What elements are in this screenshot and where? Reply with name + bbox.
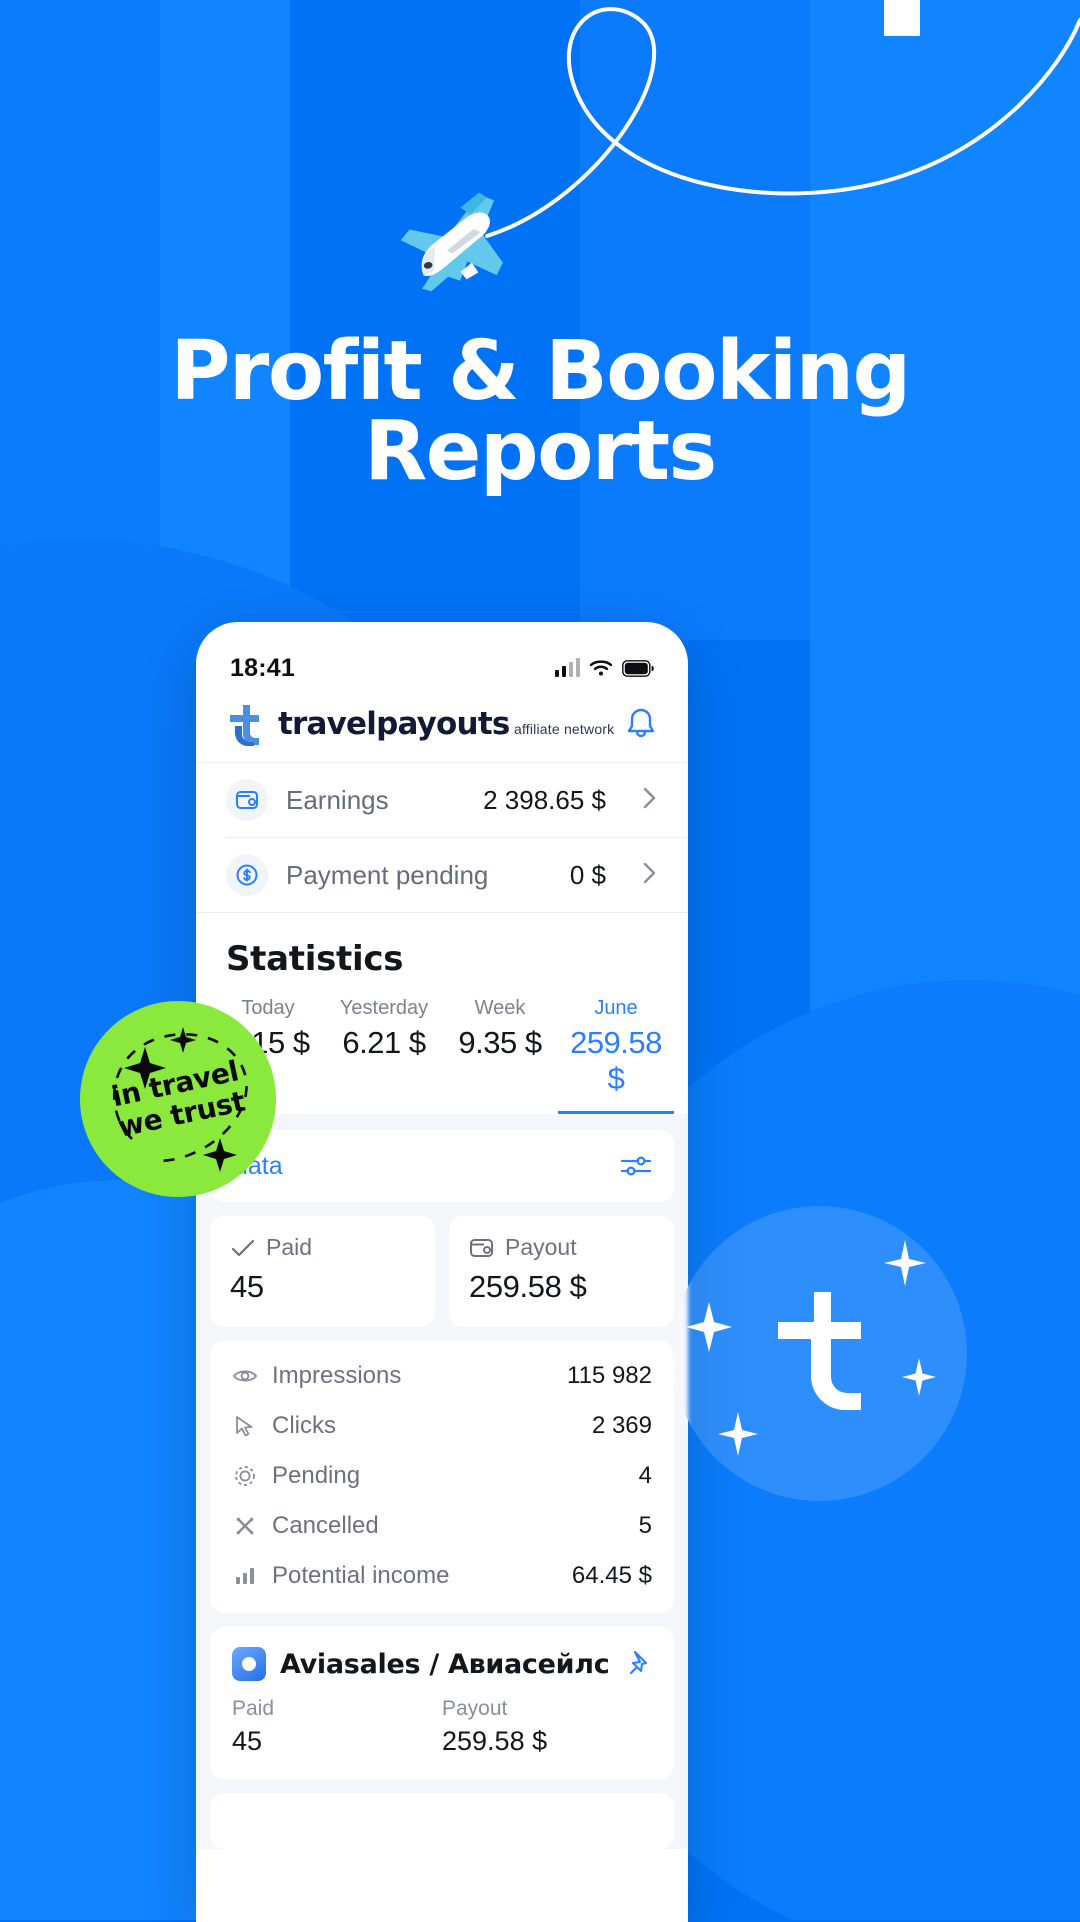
balance-label: Earnings — [286, 784, 389, 815]
cancelled-icon — [232, 1514, 258, 1538]
dollar-circle-icon — [226, 854, 268, 896]
kpi-card-payout[interactable]: Payout 259.58 $ — [449, 1216, 674, 1327]
kpi-value: 45 — [230, 1269, 264, 1304]
status-bar-clock: 18:41 — [230, 653, 295, 682]
tab-label: June — [594, 997, 638, 1019]
travelpayouts-t-logo-icon — [777, 1291, 861, 1410]
data-filter-row[interactable]: data — [210, 1130, 674, 1202]
balance-value: 2 398.65 $ — [483, 784, 606, 815]
pending-clock-icon — [232, 1464, 258, 1488]
metrics-card: Impressions 115 982 Clicks 2 369 Pending — [210, 1341, 674, 1613]
statistics-title: Statistics — [226, 939, 404, 979]
status-bar: 18:41 — [196, 622, 688, 688]
cellular-signal-icon — [554, 658, 580, 677]
app-header: travelpayouts affiliate network — [196, 688, 688, 762]
tab-value: 9.35 $ — [458, 1025, 542, 1060]
metric-label: Potential income — [272, 1562, 450, 1589]
offer-column-payout: Payout 259.58 $ — [442, 1697, 652, 1757]
metric-label: Cancelled — [272, 1512, 379, 1539]
metric-label: Pending — [272, 1462, 361, 1489]
filter-sliders-icon[interactable] — [620, 1152, 652, 1180]
sparkle-icon — [902, 1358, 936, 1396]
kpi-value: 259.58 $ — [469, 1269, 587, 1304]
metric-row-clicks[interactable]: Clicks 2 369 — [232, 1401, 652, 1451]
sparkle-icon — [884, 1240, 926, 1286]
balance-value: 0 $ — [569, 859, 606, 890]
bar-chart-icon — [232, 1564, 258, 1588]
offer-card-next[interactable] — [210, 1793, 674, 1849]
offer-name: Aviasales / Авиасейлс — [280, 1648, 610, 1680]
phone-mockup: 18:41 travelpayouts affiliate network Ea… — [196, 622, 688, 1922]
tab-value: 6.21 $ — [342, 1025, 426, 1060]
page-title: Profit & Booking Reports — [0, 331, 1080, 500]
wallet-icon — [226, 779, 268, 821]
metric-value: 64.45 $ — [571, 1562, 652, 1589]
balance-row-payment-pending[interactable]: Payment pending 0 $ — [196, 838, 688, 912]
kpi-card-paid[interactable]: Paid 45 — [210, 1216, 435, 1327]
travelpayouts-logo-icon — [226, 702, 268, 747]
sparkle-icon — [686, 1302, 732, 1352]
metric-row-potential-income[interactable]: Potential income 64.45 $ — [232, 1551, 652, 1601]
kpi-cards: Paid 45 Payout 259.58 $ — [210, 1216, 674, 1327]
sparkle-icon — [718, 1412, 758, 1456]
offer-column-label: Payout — [442, 1697, 508, 1720]
offer-column-value: 259.58 $ — [442, 1726, 548, 1756]
app-logo[interactable]: travelpayouts affiliate network — [226, 702, 615, 747]
metric-value: 5 — [638, 1512, 652, 1539]
offer-column-label: Paid — [232, 1697, 275, 1720]
balance-row-earnings[interactable]: Earnings 2 398.65 $ — [196, 763, 688, 837]
aviasales-logo-icon — [232, 1647, 266, 1681]
metric-label: Clicks — [272, 1412, 336, 1439]
metric-row-impressions[interactable]: Impressions 115 982 — [232, 1351, 652, 1401]
chevron-right-icon — [640, 858, 660, 893]
metric-value: 4 — [638, 1462, 652, 1489]
eye-icon — [232, 1364, 258, 1388]
statistics-sheet: data Paid 45 Payout 259.58 $ Impressions… — [196, 1114, 688, 1849]
offer-card-aviasales[interactable]: Aviasales / Авиасейлс Paid 45 Payout 259… — [210, 1627, 674, 1779]
check-icon — [230, 1236, 256, 1260]
kpi-label: Payout — [505, 1234, 577, 1260]
metric-row-pending[interactable]: Pending 4 — [232, 1451, 652, 1501]
headline-line-2: Reports — [364, 404, 717, 500]
tab-value: 259.58 $ — [570, 1025, 662, 1096]
tab-label: Yesterday — [339, 997, 429, 1019]
offer-column-paid: Paid 45 — [232, 1697, 442, 1757]
tab-week[interactable]: Week 9.35 $ — [442, 989, 558, 1114]
cursor-icon — [232, 1414, 258, 1438]
app-logo-subtitle: affiliate network — [513, 720, 615, 737]
wallet-icon — [469, 1236, 495, 1260]
balance-label: Payment pending — [286, 859, 489, 890]
metric-value: 115 982 — [567, 1362, 652, 1389]
wifi-icon — [589, 659, 613, 677]
metric-label: Impressions — [272, 1362, 402, 1389]
tab-june[interactable]: June 259.58 $ — [558, 989, 674, 1114]
chevron-right-icon — [640, 783, 660, 818]
in-travel-we-trust-sticker: in travel we trust — [80, 1001, 276, 1197]
offer-column-value: 45 — [232, 1726, 263, 1756]
app-logo-name: travelpayouts — [278, 705, 510, 742]
bell-icon[interactable] — [624, 706, 658, 742]
travelpayouts-glass-badge — [672, 1206, 967, 1501]
tab-label: Week — [474, 997, 526, 1019]
battery-full-icon — [622, 659, 654, 677]
pin-icon[interactable] — [626, 1649, 652, 1679]
metric-value: 2 369 — [591, 1412, 652, 1439]
tab-yesterday[interactable]: Yesterday 6.21 $ — [326, 989, 442, 1114]
kpi-label: Paid — [266, 1234, 313, 1260]
metric-row-cancelled[interactable]: Cancelled 5 — [232, 1501, 652, 1551]
